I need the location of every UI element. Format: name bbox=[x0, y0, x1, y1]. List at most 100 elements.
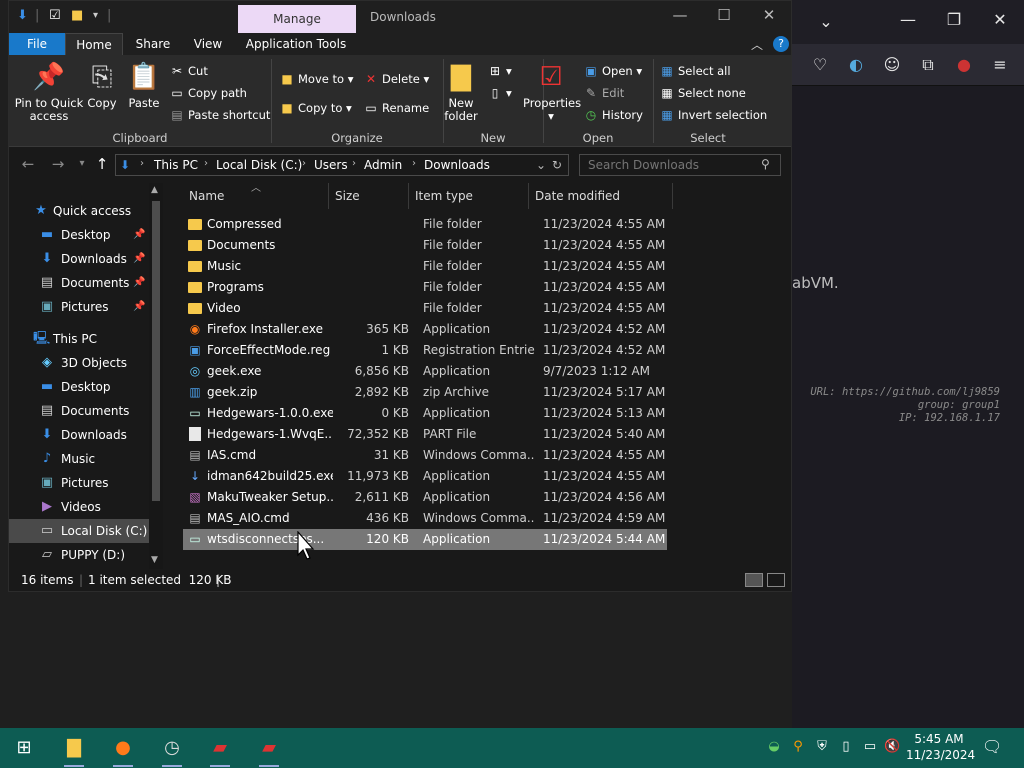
network-tray-icon[interactable]: ◒ bbox=[766, 739, 782, 754]
windows-start-icon[interactable]: ⊞ bbox=[12, 736, 36, 760]
copy-to-button[interactable]: ■ Copy to ▾ bbox=[279, 100, 351, 116]
file-row[interactable]: Music File folder 11/23/2024 4:55 AM bbox=[183, 256, 667, 277]
file-explorer-taskbar-icon[interactable]: ▇ bbox=[62, 736, 86, 767]
close-button[interactable]: ✕ bbox=[754, 6, 784, 24]
details-view-icon[interactable] bbox=[745, 573, 763, 587]
tab-file[interactable]: File bbox=[9, 33, 65, 55]
nav-scrollbar[interactable]: ▲ ▼ bbox=[149, 183, 163, 569]
file-row[interactable]: ▧ MakuTweaker Setup... 2,611 KB Application… bbox=[183, 487, 667, 508]
nav-quick-documents[interactable]: ▤ Documents 📌 bbox=[9, 271, 151, 295]
file-row[interactable]: Programs File folder 11/23/2024 4:55 AM bbox=[183, 277, 667, 298]
ublock-icon[interactable]: ● bbox=[954, 57, 974, 73]
address-bar[interactable]: ⬇ › This PC › Local Disk (C:) › Users › … bbox=[115, 154, 569, 176]
large-icons-view-icon[interactable] bbox=[767, 573, 785, 587]
nav-quick-access[interactable]: ★ Quick access bbox=[9, 199, 151, 223]
battery-tray-icon[interactable]: ▯ bbox=[838, 739, 854, 754]
volume-muted-icon[interactable]: 🔇 bbox=[884, 739, 900, 754]
search-icon[interactable]: ⚲ bbox=[761, 157, 770, 171]
scroll-down-icon[interactable]: ▼ bbox=[151, 555, 158, 565]
new-folder-quick-icon[interactable]: ■ bbox=[71, 9, 83, 23]
tab-view[interactable]: View bbox=[185, 33, 231, 55]
nav-quick-pictures[interactable]: ▣ Pictures 📌 bbox=[9, 295, 151, 319]
scroll-up-icon[interactable]: ▲ bbox=[151, 185, 158, 195]
minimize-button[interactable]: — bbox=[665, 6, 695, 24]
easy-access-button[interactable]: ▯ ▾ bbox=[487, 85, 512, 101]
file-row[interactable]: ◉ Firefox Installer.exe 365 KB Application 1… bbox=[183, 319, 667, 340]
open-button[interactable]: ▣ Open ▾ bbox=[583, 63, 642, 79]
recent-chevron-icon[interactable]: ▾ bbox=[71, 158, 93, 169]
search-tray-icon[interactable]: ⚲ bbox=[790, 739, 806, 754]
file-row[interactable]: Documents File folder 11/23/2024 4:55 AM bbox=[183, 235, 667, 256]
manage-contextual-tab[interactable]: Manage bbox=[238, 5, 356, 33]
paste-shortcut-button[interactable]: ▤ Paste shortcut bbox=[169, 107, 270, 123]
extension-icon[interactable]: ◐ bbox=[846, 57, 866, 73]
properties-button[interactable]: ☑ Properties ▾ bbox=[523, 61, 581, 123]
close-icon[interactable]: ✕ bbox=[990, 12, 1010, 28]
rename-button[interactable]: ▭ Rename bbox=[363, 100, 429, 116]
extensions-icon[interactable]: ⧉ bbox=[918, 57, 938, 73]
select-all-button[interactable]: ▦ Select all bbox=[659, 63, 730, 79]
address-dropdown-icon[interactable]: ⌄ bbox=[536, 158, 546, 172]
file-row[interactable]: ▤ IAS.cmd 31 KB Windows Comma... 11/23/2024 … bbox=[183, 445, 667, 466]
customize-chevron-icon[interactable]: ▾ bbox=[93, 9, 98, 23]
chevron-down-icon[interactable]: ⌄ bbox=[816, 14, 836, 30]
nav-local-disk[interactable]: ▭ Local Disk (C:) bbox=[9, 519, 159, 543]
restore-icon[interactable]: ❐ bbox=[944, 12, 964, 28]
copy-path-button[interactable]: ▭ Copy path bbox=[169, 85, 247, 101]
file-row[interactable]: Video File folder 11/23/2024 4:55 AM bbox=[183, 298, 667, 319]
nav-downloads[interactable]: ⬇ Downloads bbox=[9, 423, 151, 447]
clock-app-taskbar-icon[interactable]: ◷ bbox=[160, 736, 184, 767]
select-none-button[interactable]: ▦ Select none bbox=[659, 85, 746, 101]
help-icon[interactable]: ? bbox=[773, 36, 789, 52]
file-row[interactable]: ▣ ForceEffectMode.reg 1 KB Registration Ent… bbox=[183, 340, 667, 361]
firefox-taskbar-icon[interactable]: ● bbox=[111, 736, 135, 767]
delete-button[interactable]: ✕ Delete ▾ bbox=[363, 71, 429, 87]
refresh-icon[interactable]: ↻ bbox=[552, 158, 562, 172]
column-header-size[interactable]: Size bbox=[329, 183, 409, 209]
nav-quick-desktop[interactable]: ▬ Desktop 📌 bbox=[9, 223, 151, 247]
tab-home[interactable]: Home bbox=[65, 33, 123, 55]
back-arrow-icon[interactable]: ← bbox=[17, 155, 39, 173]
tab-share[interactable]: Share bbox=[129, 33, 177, 55]
move-to-button[interactable]: ■ Move to ▾ bbox=[279, 71, 353, 87]
nav-music[interactable]: ♪ Music bbox=[9, 447, 151, 471]
breadcrumb-local-disk[interactable]: Local Disk (C:) bbox=[216, 158, 302, 172]
breadcrumb-admin[interactable]: Admin bbox=[364, 158, 402, 172]
copy-button[interactable]: ⎘ Copy bbox=[85, 61, 119, 110]
breadcrumb-chevron-icon[interactable]: › bbox=[352, 158, 356, 169]
breadcrumb-chevron-icon[interactable]: › bbox=[204, 158, 208, 169]
file-row[interactable]: ▭ Hedgewars-1.0.0.exe 0 KB Application 11/23… bbox=[183, 403, 667, 424]
breadcrumb-this-pc[interactable]: This PC bbox=[154, 158, 198, 172]
column-header-type[interactable]: Item type bbox=[409, 183, 529, 209]
notifications-icon[interactable]: 🗨 bbox=[982, 737, 1002, 756]
properties-quick-icon[interactable]: ☑ bbox=[49, 9, 61, 23]
nav-desktop[interactable]: ▬ Desktop bbox=[9, 375, 151, 399]
edit-button[interactable]: ✎ Edit bbox=[583, 85, 624, 101]
file-row[interactable]: Hedgewars-1.WvqE... 72,352 KB PART File 11/… bbox=[183, 424, 667, 445]
file-row[interactable]: ◎ geek.exe 6,856 KB Application 9/7/2023 1:1… bbox=[183, 361, 667, 382]
scroll-thumb[interactable] bbox=[152, 201, 160, 501]
file-row[interactable]: ▤ MAS_AIO.cmd 436 KB Windows Comma... 11/23/… bbox=[183, 508, 667, 529]
breadcrumb-downloads[interactable]: Downloads bbox=[424, 158, 490, 172]
nav-quick-downloads[interactable]: ⬇ Downloads 📌 bbox=[9, 247, 151, 271]
shield-tray-icon[interactable]: ⛨ bbox=[814, 739, 830, 754]
file-row[interactable]: ↓ idman642build25.exe 11,973 KB Application… bbox=[183, 466, 667, 487]
nav-3d-objects[interactable]: ◈ 3D Objects bbox=[9, 351, 151, 375]
app-taskbar-icon-1[interactable]: ▰ bbox=[208, 736, 232, 767]
nav-pictures[interactable]: ▣ Pictures bbox=[9, 471, 151, 495]
file-row[interactable]: ▭ wtsdisconnectses... 120 KB Application 11/… bbox=[183, 529, 667, 550]
tab-application-tools[interactable]: Application Tools bbox=[243, 33, 349, 55]
pin-to-quick-access-button[interactable]: 📌 Pin to Quick access bbox=[13, 61, 85, 123]
app-taskbar-icon-2[interactable]: ▰ bbox=[257, 736, 281, 767]
nav-this-pc[interactable]: 🖳 This PC bbox=[9, 327, 151, 351]
maximize-button[interactable]: ☐ bbox=[709, 6, 739, 24]
nav-puppy-drive[interactable]: ▱ PUPPY (D:) bbox=[9, 543, 151, 567]
account-icon[interactable]: ☺ bbox=[882, 57, 902, 73]
new-item-button[interactable]: ⊞ ▾ bbox=[487, 63, 512, 79]
menu-icon[interactable]: ≡ bbox=[990, 57, 1010, 73]
nav-videos[interactable]: ▶ Videos bbox=[9, 495, 151, 519]
paste-button[interactable]: 📋 Paste bbox=[125, 61, 163, 110]
file-row[interactable]: ▥ geek.zip 2,892 KB zip Archive 11/23/2024 5… bbox=[183, 382, 667, 403]
up-arrow-icon[interactable]: ↑ bbox=[91, 155, 113, 173]
invert-selection-button[interactable]: ▦ Invert selection bbox=[659, 107, 767, 123]
